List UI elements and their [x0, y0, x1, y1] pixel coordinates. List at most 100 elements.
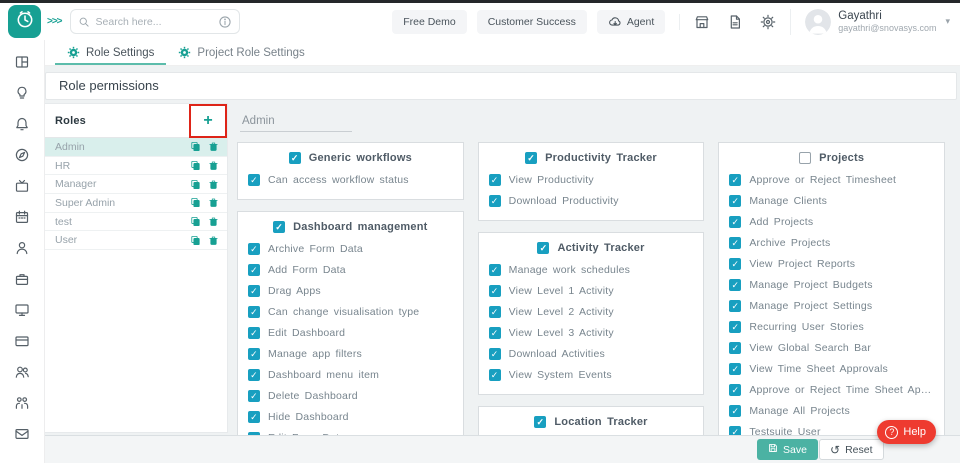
- save-button[interactable]: Save: [757, 439, 818, 460]
- tv-icon[interactable]: [14, 178, 30, 194]
- reset-button[interactable]: ↺ Reset: [819, 439, 884, 460]
- duplicate-role-button[interactable]: [190, 216, 201, 227]
- permission-label: View Level 2 Activity: [509, 306, 614, 318]
- checkbox[interactable]: ✓: [248, 174, 260, 186]
- checkbox[interactable]: ✓: [525, 152, 537, 164]
- delete-role-button[interactable]: [208, 179, 219, 190]
- checkbox[interactable]: ✓: [729, 405, 741, 417]
- role-name-input[interactable]: [240, 110, 352, 132]
- search-icon: [78, 16, 90, 28]
- checkbox[interactable]: ✓: [489, 327, 501, 339]
- compass-icon[interactable]: [14, 147, 30, 163]
- nav-button-free-demo[interactable]: Free Demo: [392, 10, 467, 34]
- users-icon[interactable]: [14, 364, 30, 380]
- permission-item-recurring-user-stories: ✓Recurring User Stories: [729, 316, 934, 337]
- checkbox[interactable]: ✓: [729, 300, 741, 312]
- checkbox[interactable]: ✓: [489, 369, 501, 381]
- checkbox[interactable]: ✓: [248, 264, 260, 276]
- store-icon[interactable]: [694, 14, 710, 30]
- permission-label: Add Form Data: [268, 264, 346, 276]
- search-input[interactable]: [96, 16, 212, 28]
- app-logo[interactable]: [8, 5, 41, 38]
- checkbox[interactable]: ✓: [729, 174, 741, 186]
- role-row-manager[interactable]: Manager: [45, 175, 227, 194]
- role-row-test[interactable]: test: [45, 213, 227, 232]
- sidebar-expand-icon[interactable]: >>>: [47, 16, 62, 27]
- checkbox[interactable]: ✓: [489, 264, 501, 276]
- role-row-user[interactable]: User: [45, 231, 227, 250]
- duplicate-role-button[interactable]: [190, 141, 201, 152]
- nav-button-customer-success[interactable]: Customer Success: [477, 10, 587, 34]
- info-icon[interactable]: [218, 15, 232, 29]
- checkbox[interactable]: [799, 152, 811, 164]
- role-row-hr[interactable]: HR: [45, 157, 227, 176]
- checkbox[interactable]: ✓: [273, 221, 285, 233]
- checkbox[interactable]: ✓: [537, 242, 549, 254]
- nav-button-agent[interactable]: Agent: [597, 10, 665, 34]
- checkbox[interactable]: ✓: [248, 369, 260, 381]
- checkbox[interactable]: ✓: [489, 348, 501, 360]
- delete-role-button[interactable]: [208, 141, 219, 152]
- checkbox[interactable]: ✓: [289, 152, 301, 164]
- duplicate-role-button[interactable]: [190, 197, 201, 208]
- help-button[interactable]: ? Help: [877, 420, 936, 444]
- permission-item-archive-projects: ✓Archive Projects: [729, 232, 934, 253]
- permission-label: Approve or Reject Time Sheet App...: [749, 384, 934, 396]
- checkbox[interactable]: ✓: [729, 237, 741, 249]
- permission-item-manage-project-budgets: ✓Manage Project Budgets: [729, 274, 934, 295]
- checkbox[interactable]: ✓: [729, 279, 741, 291]
- layout-icon[interactable]: [14, 54, 30, 70]
- calendar-icon[interactable]: [14, 209, 30, 225]
- tab-role-settings[interactable]: Role Settings: [55, 40, 166, 65]
- delete-role-button[interactable]: [208, 197, 219, 208]
- bulb-icon[interactable]: [14, 85, 30, 101]
- credit-card-icon[interactable]: [14, 333, 30, 349]
- checkbox[interactable]: ✓: [489, 285, 501, 297]
- team-icon[interactable]: [14, 395, 30, 411]
- checkbox[interactable]: ✓: [729, 216, 741, 228]
- chevron-down-icon[interactable]: ▾: [945, 16, 950, 27]
- mail-icon[interactable]: [14, 426, 30, 442]
- duplicate-role-button[interactable]: [190, 235, 201, 246]
- user-menu[interactable]: Gayathri gayathri@snovasys.com ▾: [790, 9, 950, 35]
- delete-role-button[interactable]: [208, 235, 219, 246]
- permission-item-download-productivity: ✓Download Productivity: [489, 190, 694, 211]
- monitor-icon[interactable]: [14, 302, 30, 318]
- checkbox[interactable]: ✓: [729, 384, 741, 396]
- briefcase-icon[interactable]: [14, 271, 30, 287]
- checkbox[interactable]: ✓: [729, 363, 741, 375]
- role-row-admin[interactable]: Admin: [45, 138, 227, 157]
- tab-project-role-settings[interactable]: Project Role Settings: [166, 40, 316, 65]
- checkbox[interactable]: ✓: [248, 285, 260, 297]
- permission-label: Can change visualisation type: [268, 306, 419, 318]
- checkbox[interactable]: ✓: [248, 327, 260, 339]
- checkbox[interactable]: ✓: [489, 174, 501, 186]
- checkbox[interactable]: ✓: [534, 416, 546, 428]
- checkbox[interactable]: ✓: [729, 342, 741, 354]
- checkbox[interactable]: ✓: [248, 390, 260, 402]
- person-icon: [805, 22, 831, 35]
- delete-role-button[interactable]: [208, 160, 219, 171]
- add-role-button[interactable]: +: [203, 113, 212, 129]
- user-icon[interactable]: [14, 240, 30, 256]
- permission-label: Dashboard menu item: [268, 369, 379, 381]
- permission-label: Manage Project Settings: [749, 300, 872, 312]
- checkbox[interactable]: ✓: [729, 321, 741, 333]
- bell-icon[interactable]: [14, 116, 30, 132]
- duplicate-role-button[interactable]: [190, 160, 201, 171]
- checkbox[interactable]: ✓: [729, 258, 741, 270]
- duplicate-role-button[interactable]: [190, 179, 201, 190]
- checkbox[interactable]: ✓: [489, 306, 501, 318]
- panel-title: Dashboard management: [293, 221, 427, 233]
- checkbox[interactable]: ✓: [248, 348, 260, 360]
- file-icon[interactable]: [727, 14, 743, 30]
- role-row-super-admin[interactable]: Super Admin: [45, 194, 227, 213]
- checkbox[interactable]: ✓: [729, 195, 741, 207]
- permission-item-view-level-3-activity: ✓View Level 3 Activity: [489, 322, 694, 343]
- checkbox[interactable]: ✓: [248, 411, 260, 423]
- checkbox[interactable]: ✓: [248, 243, 260, 255]
- checkbox[interactable]: ✓: [489, 195, 501, 207]
- delete-role-button[interactable]: [208, 216, 219, 227]
- gear-icon[interactable]: [760, 14, 776, 30]
- checkbox[interactable]: ✓: [248, 306, 260, 318]
